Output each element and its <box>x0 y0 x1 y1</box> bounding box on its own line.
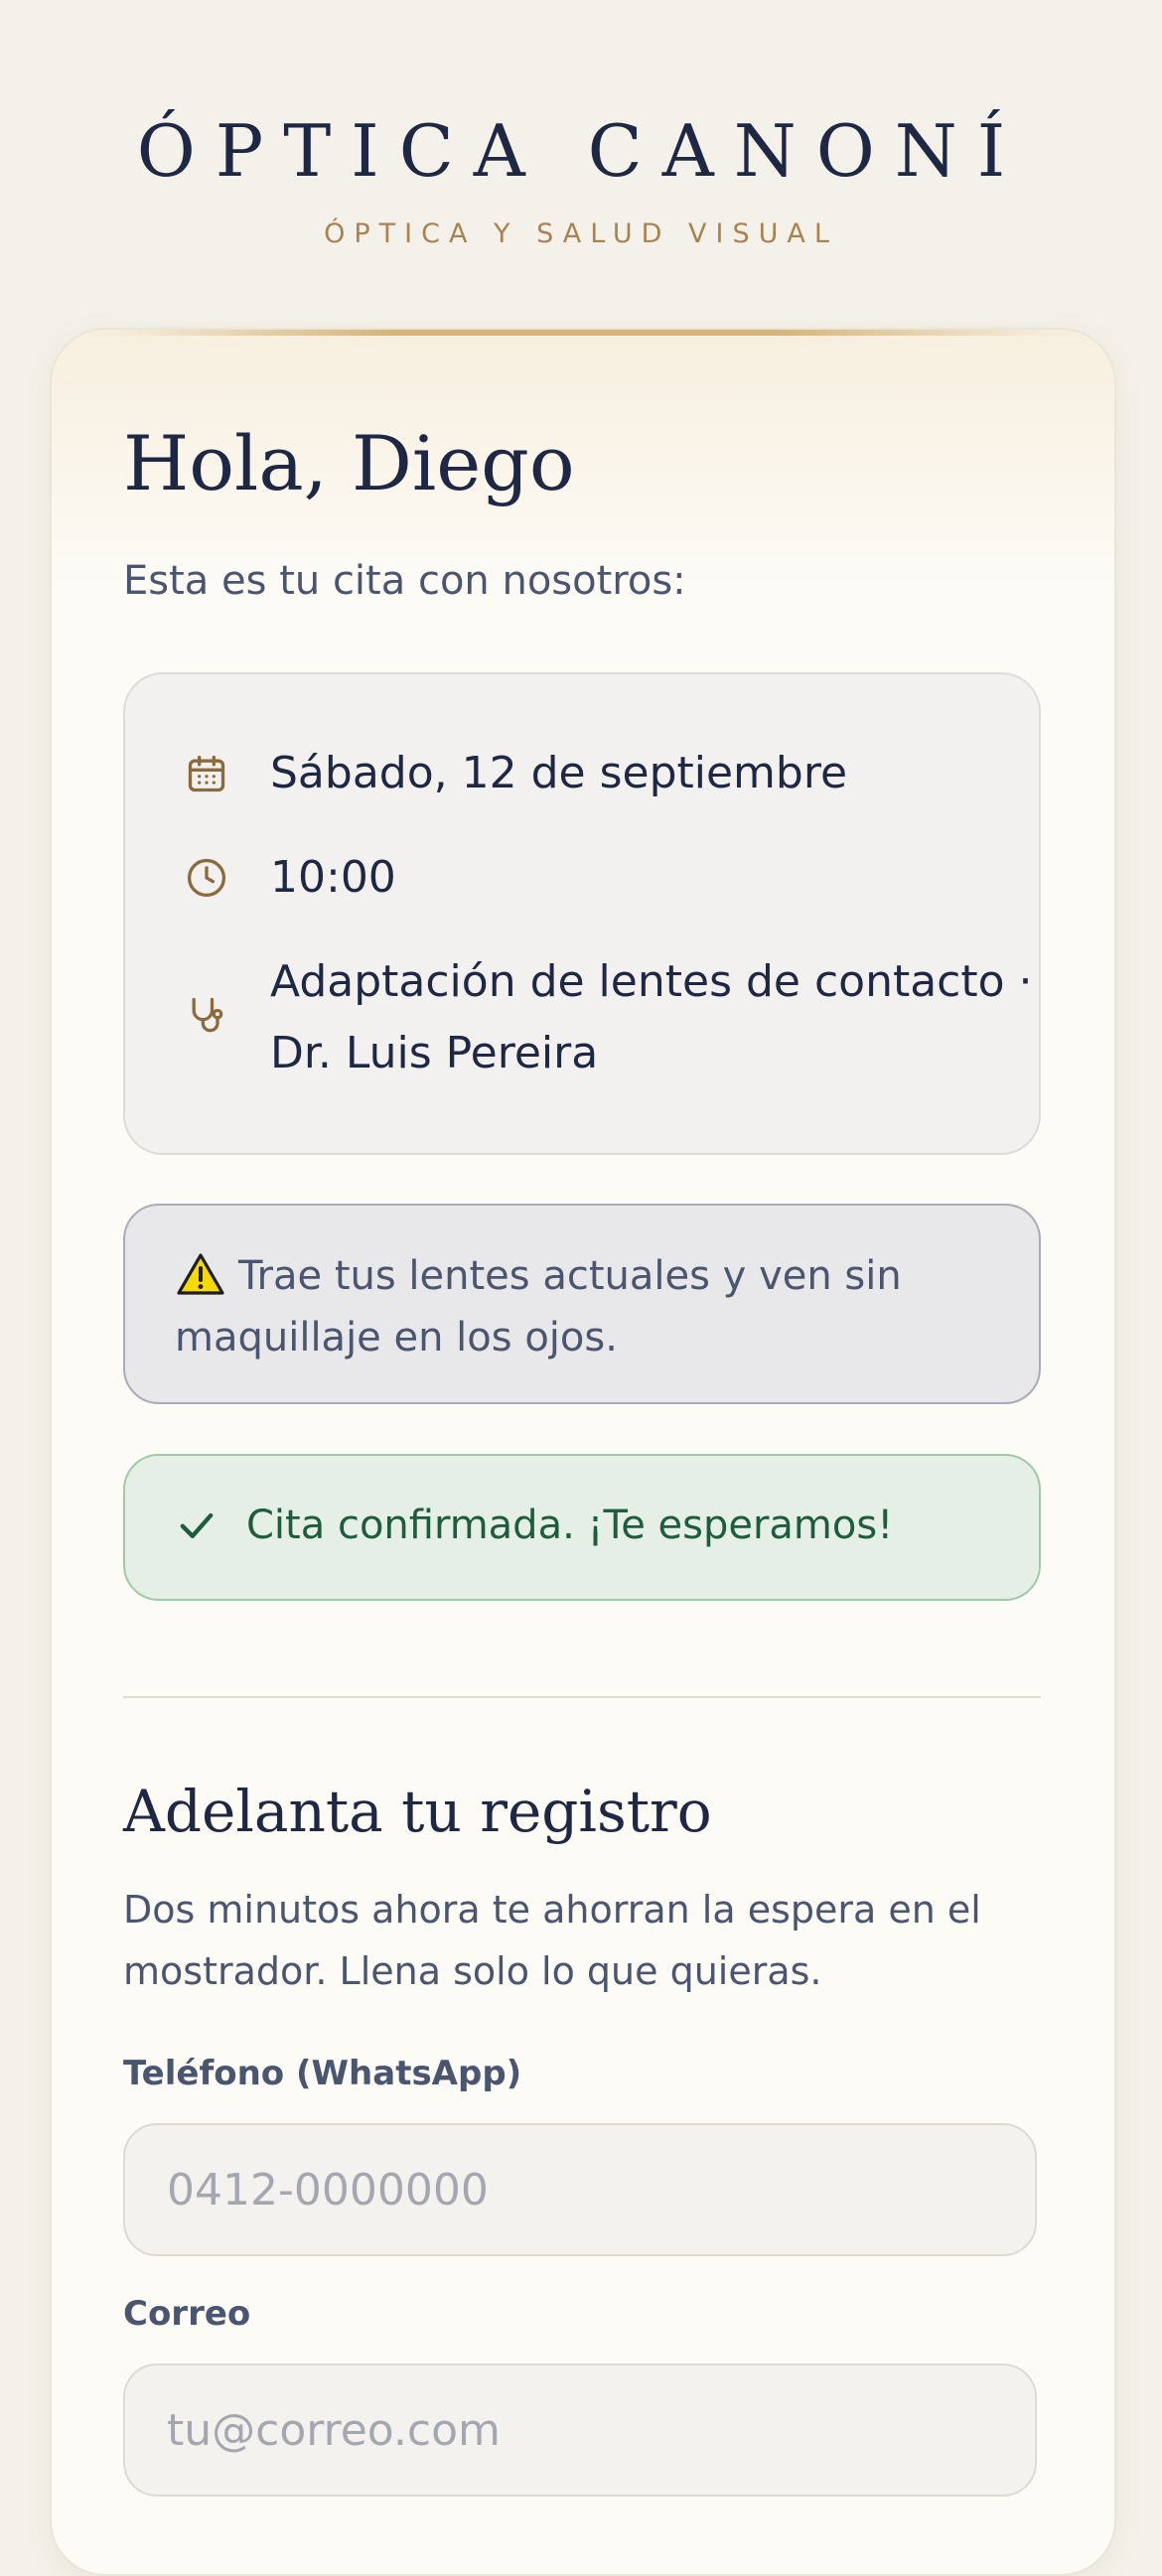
header: ÓPTICA CANONÍ ÓPTICA Y SALUD VISUAL <box>0 0 1162 298</box>
confirmation-status: Cita confirmada. ¡Te esperamos! <box>123 1454 1041 1601</box>
brand-tagline: ÓPTICA Y SALUD VISUAL <box>324 218 838 249</box>
intro-text: Esta es tu cita con nosotros: <box>123 558 686 604</box>
registration-description: Dos minutos ahora te ahorran la espera e… <box>123 1888 981 1993</box>
registration-title: Adelanta tu registro <box>123 1778 712 1845</box>
card-top-accent <box>111 330 1055 336</box>
email-label: Correo <box>123 2294 251 2334</box>
appointment-doctor: Dr. Luis Pereira <box>270 1028 599 1078</box>
appointment-date: Sábado, 12 de septiembre <box>270 748 848 798</box>
brand-logo-text: ÓPTICA CANONÍ <box>136 109 1026 193</box>
stethoscope-icon <box>192 997 223 1033</box>
appointment-service: Adaptación de lentes de contacto · <box>270 956 1033 1007</box>
phone-input[interactable] <box>123 2123 1037 2256</box>
calendar-icon <box>188 755 225 792</box>
appointment-time: 10:00 <box>270 852 396 903</box>
notice-text: Trae tus lentes actuales y ven sin maqui… <box>175 1253 902 1360</box>
preparation-notice: Trae tus lentes actuales y ven sin maqui… <box>123 1204 1041 1404</box>
confirmation-text: Cita confirmada. ¡Te esperamos! <box>246 1503 894 1548</box>
clock-icon <box>187 858 226 898</box>
appointment-details: Sábado, 12 de septiembre 10:00 Adaptació… <box>123 672 1041 1155</box>
phone-label: Teléfono (WhatsApp) <box>123 2054 522 2093</box>
appointment-card: Hola, Diego Esta es tu cita con nosotros… <box>50 328 1116 2576</box>
greeting-title: Hola, Diego <box>123 419 575 507</box>
section-divider <box>123 1696 1041 1698</box>
check-icon <box>180 1512 214 1538</box>
email-input[interactable] <box>123 2363 1037 2497</box>
